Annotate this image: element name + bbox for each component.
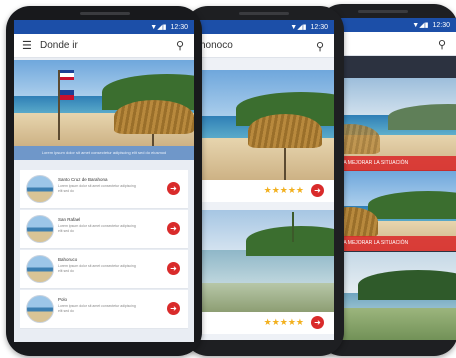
- star-rating: ★★★★★: [263, 185, 304, 195]
- arrow-right-icon[interactable]: ➜: [167, 262, 180, 275]
- app-title: Donde ir: [40, 40, 78, 51]
- arrow-right-icon[interactable]: ➜: [167, 302, 180, 315]
- arrow-right-icon[interactable]: ➜: [167, 222, 180, 235]
- beach-umbrella: [114, 100, 194, 134]
- place-description: Lorem ipsum dolor sit amet consectetur a…: [58, 304, 136, 313]
- flag-icon: [60, 70, 74, 80]
- app-bar: honoco ⚲: [196, 34, 334, 58]
- place-name: Bahoruco: [58, 257, 78, 262]
- hero-caption: Lorem ipsum dolor sit amet consectetur a…: [14, 146, 194, 160]
- app-bar: ☰ Donde ir ⚲: [14, 34, 194, 58]
- star-rating: ★★★★★: [263, 317, 304, 327]
- destination-card-footer-1: ★★★★★ ➜: [196, 180, 334, 202]
- flag-icon: [60, 90, 74, 100]
- destination-card-image-2[interactable]: [196, 210, 334, 314]
- arrow-right-icon[interactable]: ➜: [311, 184, 324, 197]
- phone-right-screen: ▼◢▮ 12:30 ⚲ ESTA MEJORAR LA SITUACIÓN ES…: [328, 18, 456, 340]
- place-thumbnail: [26, 255, 54, 283]
- flag-pole: [58, 70, 60, 140]
- phone-left-screen: ▼◢▮ 12:30 ☰ Donde ir ⚲ Lorem ipsum dolor…: [14, 20, 194, 342]
- place-name: San Rafael: [58, 217, 81, 222]
- place-thumbnail: [26, 215, 54, 243]
- speaker-grille: [358, 10, 408, 13]
- arrow-right-icon[interactable]: ➜: [167, 182, 180, 195]
- list-item[interactable]: San Rafael Lorem ipsum dolor sit amet co…: [20, 210, 188, 249]
- search-icon[interactable]: ⚲: [438, 38, 446, 51]
- signal-icons: ▼◢▮: [150, 24, 167, 31]
- place-name: Polo: [58, 297, 68, 302]
- destination-card-footer-2: ★★★★★ ➜: [196, 312, 334, 334]
- list-item[interactable]: Santo Cruz de Barahona Lorem ipsum dolor…: [20, 170, 188, 209]
- destination-image-3[interactable]: [328, 252, 456, 340]
- app-bar: ⚲: [328, 32, 456, 56]
- list-item[interactable]: Bahoruco Lorem ipsum dolor sit amet cons…: [20, 250, 188, 289]
- status-time: 12:30: [310, 23, 328, 31]
- signal-icons: ▼◢▮: [412, 22, 429, 29]
- hamburger-icon[interactable]: ☰: [22, 39, 32, 52]
- beach-umbrella: [248, 114, 322, 148]
- place-description: Lorem ipsum dolor sit amet consectetur a…: [58, 184, 136, 193]
- status-time: 12:30: [170, 23, 188, 31]
- status-time: 12:30: [432, 21, 450, 29]
- status-bar: ▼◢▮ 12:30: [196, 20, 334, 34]
- phone-middle: ▼◢▮ 12:30 honoco ⚲ ★★★★★ ➜ ★★★★★ ➜: [184, 6, 344, 356]
- place-thumbnail: [26, 175, 54, 203]
- search-icon[interactable]: ⚲: [316, 40, 324, 53]
- place-description: Lorem ipsum dolor sit amet consectetur a…: [58, 224, 136, 233]
- list-item[interactable]: Polo Lorem ipsum dolor sit amet consecte…: [20, 290, 188, 329]
- speaker-grille: [80, 12, 130, 15]
- app-title: honoco: [200, 40, 233, 51]
- arrow-right-icon[interactable]: ➜: [311, 316, 324, 329]
- place-thumbnail: [26, 295, 54, 323]
- status-bar: ▼◢▮ 12:30: [328, 18, 456, 32]
- destination-band-2: ESTA MEJORAR LA SITUACIÓN: [328, 236, 456, 251]
- speaker-grille: [239, 12, 289, 15]
- search-icon[interactable]: ⚲: [176, 39, 184, 52]
- signal-icons: ▼◢▮: [290, 24, 307, 31]
- status-bar: ▼◢▮ 12:30: [14, 20, 194, 34]
- phone-middle-screen: ▼◢▮ 12:30 honoco ⚲ ★★★★★ ➜ ★★★★★ ➜: [196, 20, 334, 340]
- destination-card-image-1[interactable]: [196, 70, 334, 180]
- destination-band-1: ESTA MEJORAR LA SITUACIÓN: [328, 156, 456, 171]
- phone-left: ▼◢▮ 12:30 ☰ Donde ir ⚲ Lorem ipsum dolor…: [6, 6, 202, 356]
- hero-beach-image: [14, 60, 194, 146]
- place-name: Santo Cruz de Barahona: [58, 177, 108, 182]
- place-description: Lorem ipsum dolor sit amet consectetur a…: [58, 264, 136, 273]
